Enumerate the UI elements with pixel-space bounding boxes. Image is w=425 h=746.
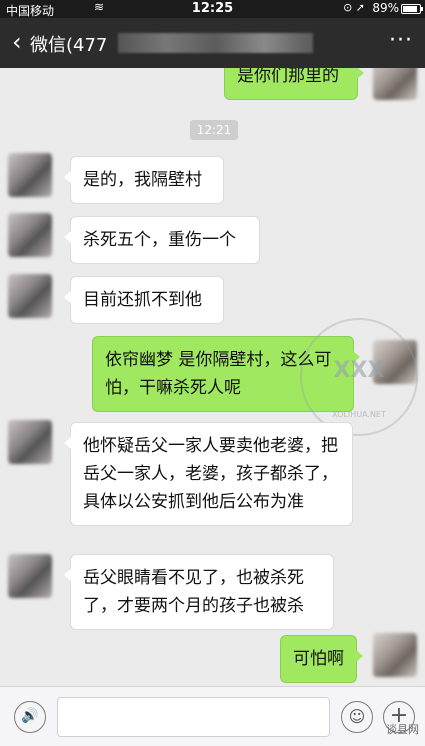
battery-icon bbox=[401, 4, 423, 14]
contact-avatar[interactable] bbox=[8, 153, 52, 197]
timestamp: 12:21 bbox=[190, 120, 238, 140]
source-watermark: 谈县网 bbox=[386, 723, 419, 736]
back-button-label[interactable]: 微信(477 bbox=[30, 31, 107, 57]
my-avatar[interactable] bbox=[373, 68, 417, 100]
voice-input-icon[interactable]: 🔊 bbox=[14, 701, 46, 733]
watermark-text: XXX bbox=[333, 358, 385, 383]
emoji-icon[interactable]: ☺ bbox=[341, 701, 373, 733]
message-bubble-outgoing[interactable]: 可怕啊 bbox=[280, 635, 363, 683]
message-bubble-outgoing[interactable]: 是你们那里的 bbox=[224, 68, 364, 100]
contact-avatar[interactable] bbox=[8, 554, 52, 598]
message-bubble-incoming[interactable]: 是的，我隔壁村 bbox=[64, 156, 224, 204]
more-icon[interactable]: ··· bbox=[389, 28, 413, 53]
chat-header: ‹ 微信(477 ··· bbox=[0, 18, 425, 68]
message-bubble-incoming[interactable]: 目前还抓不到他 bbox=[64, 276, 224, 324]
battery-percent: 89% bbox=[372, 1, 399, 15]
message-bubble-incoming[interactable]: 岳父眼睛看不见了，也被杀死了，才要两个月的孩子也被杀 bbox=[64, 554, 334, 630]
message-input[interactable] bbox=[57, 697, 330, 737]
contact-avatar[interactable] bbox=[8, 274, 52, 318]
chat-area: 是你们那里的 12:21 是的，我隔壁村 杀死五个，重伤一个 目前还抓不到他 依… bbox=[0, 68, 425, 686]
status-bar: 中国移动 ≋ 12:25 ⊙ ➚ 89% bbox=[0, 0, 425, 18]
alarm-location-icons: ⊙ ➚ bbox=[343, 1, 365, 14]
message-bubble-incoming[interactable]: 杀死五个，重伤一个 bbox=[64, 216, 260, 264]
contact-avatar[interactable] bbox=[8, 213, 52, 257]
watermark-url: XOLIHUA.NET bbox=[332, 410, 386, 419]
back-chevron-icon[interactable]: ‹ bbox=[12, 28, 22, 56]
message-bubble-incoming[interactable]: 他怀疑岳父一家人要卖他老婆，把岳父一家人，老婆，孩子都杀了，具体以公安抓到他后公… bbox=[64, 422, 353, 526]
input-toolbar: 🔊 ☺ + 谈县网 bbox=[0, 686, 425, 746]
contact-avatar[interactable] bbox=[8, 420, 52, 464]
chat-title-blurred bbox=[118, 33, 313, 53]
my-avatar[interactable] bbox=[373, 633, 417, 677]
watermark-seal: XXX XOLIHUA.NET bbox=[300, 318, 418, 436]
